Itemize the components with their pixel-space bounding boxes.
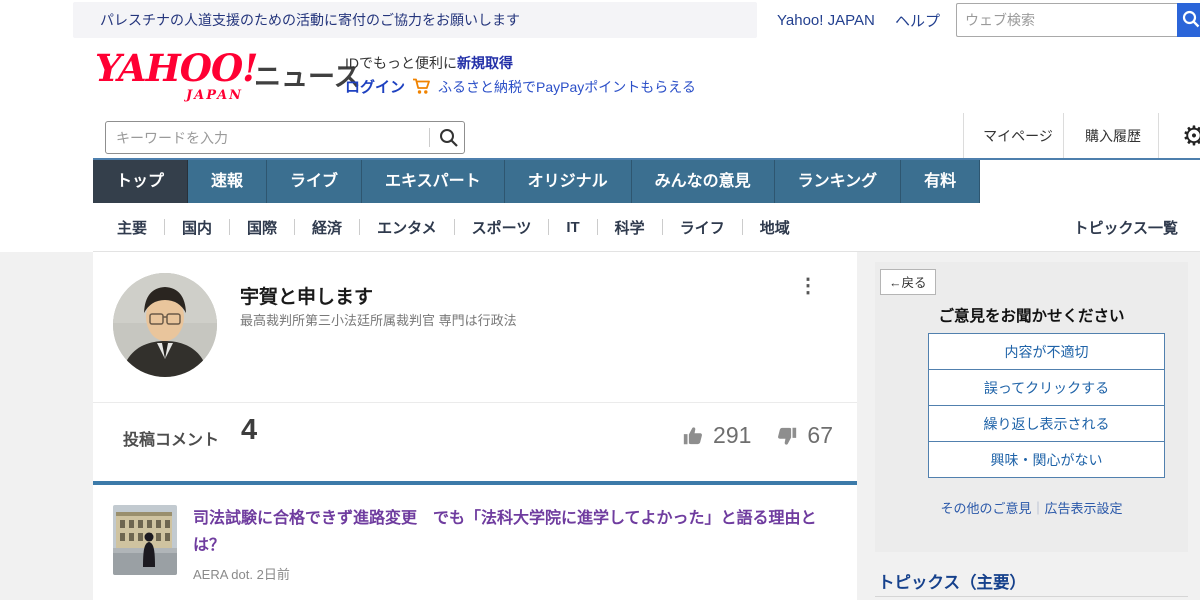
subnav-domestic[interactable]: 国内 (182, 217, 212, 238)
my-page-link[interactable]: マイページ (973, 113, 1063, 159)
yahoo-japan-link[interactable]: Yahoo! JAPAN (777, 0, 875, 40)
search-icon (1181, 9, 1200, 32)
subnav-divider (662, 219, 663, 235)
tab-paid[interactable]: 有料 (901, 160, 980, 203)
subnav-divider (454, 219, 455, 235)
subnav-divider (359, 219, 360, 235)
web-search-input[interactable] (956, 3, 1177, 37)
subnav-sports[interactable]: スポーツ (472, 217, 532, 238)
id-promo: IDでもっと便利に新規取得 (345, 53, 513, 73)
article-title-link[interactable]: 司法試験に合格できず進路変更 でも「法科大学院に進学してよかった」と語る理由とは… (193, 505, 818, 559)
feedback-heading: ご意見をお聞かせください (875, 304, 1188, 326)
subnav-divider (229, 219, 230, 235)
article-thumbnail[interactable] (113, 505, 177, 575)
subnav-divider (548, 219, 549, 235)
header-divider (1158, 113, 1159, 159)
subnav-it[interactable]: IT (566, 219, 579, 236)
feedback-option-inappropriate[interactable]: 内容が不適切 (928, 333, 1165, 370)
subnav-science[interactable]: 科学 (615, 217, 645, 238)
feedback-footer-links: その他のご意見｜広告表示設定 (875, 498, 1188, 517)
thumbs-up-icon (682, 425, 704, 447)
category-subnav: 主要 国内 国際 経済 エンタメ スポーツ IT 科学 ライフ 地域 トピックス… (93, 203, 1200, 252)
subnav-life[interactable]: ライフ (680, 217, 725, 238)
subnav-divider (742, 219, 743, 235)
other-feedback-link[interactable]: その他のご意見 (940, 501, 1031, 516)
back-button[interactable]: ←戻る (880, 269, 936, 295)
web-search-button[interactable] (1177, 3, 1200, 37)
avatar (113, 273, 217, 377)
header-divider (963, 113, 964, 159)
subnav-region[interactable]: 地域 (760, 217, 790, 238)
article-source: AERA dot. 2日前 (193, 564, 290, 583)
subnav-divider (597, 219, 598, 235)
tab-opinions[interactable]: みんなの意見 (632, 160, 775, 203)
help-link[interactable]: ヘルプ (895, 0, 940, 40)
tab-expert[interactable]: エキスパート (362, 160, 505, 203)
keyword-search-input[interactable] (105, 121, 465, 154)
section-accent-divider (93, 481, 857, 485)
topics-list-link[interactable]: トピックス一覧 (1073, 217, 1200, 238)
paypay-promo-link[interactable]: ふるさと納税でPayPayポイントもらえる (438, 77, 696, 97)
feedback-option-repeated[interactable]: 繰り返し表示される (928, 405, 1165, 442)
commenter-profile-card: 宇賀と申します 最高裁判所第三小法廷所属裁判官 専門は行政法 ⋮ 投稿コメント … (93, 252, 857, 600)
login-link[interactable]: ログイン (345, 76, 405, 97)
reaction-totals: 291 67 (93, 422, 833, 449)
yahoo-logo[interactable]: YAHOO! (95, 46, 257, 90)
kebab-menu-icon[interactable]: ⋮ (793, 270, 823, 300)
feedback-options: 内容が不適切 誤ってクリックする 繰り返し表示される 興味・関心がない (928, 333, 1165, 478)
card-divider (93, 402, 857, 403)
yahoo-logo-japan: JAPAN (186, 88, 243, 103)
main-tabbar: トップ 速報 ライブ エキスパート オリジナル みんなの意見 ランキング 有料 (93, 160, 980, 203)
feedback-option-misclick[interactable]: 誤ってクリックする (928, 369, 1165, 406)
tab-top[interactable]: トップ (93, 160, 188, 203)
likes-count: 291 (713, 422, 751, 449)
donation-banner[interactable]: パレスチナの人道支援のための活動に寄付のご協力をお願いします (73, 2, 757, 38)
thumbs-down-icon (776, 425, 798, 447)
feedback-links-divider: ｜ (1031, 501, 1044, 516)
subnav-divider (164, 219, 165, 235)
subnav-divider (294, 219, 295, 235)
commenter-name: 宇賀と申します (240, 282, 373, 309)
subnav-main[interactable]: 主要 (117, 217, 147, 238)
feedback-option-not-interested[interactable]: 興味・関心がない (928, 441, 1165, 478)
ad-feedback-panel: ←戻る ご意見をお聞かせください 内容が不適切 誤ってクリックする 繰り返し表示… (875, 262, 1188, 552)
header-divider (1063, 113, 1064, 159)
login-row: ログイン ふるさと納税でPayPayポイントもらえる (345, 76, 696, 97)
topics-divider (875, 596, 1188, 597)
register-link[interactable]: 新規取得 (457, 55, 513, 71)
gear-icon[interactable]: ⚙ (1174, 116, 1200, 156)
dislikes-count: 67 (807, 422, 833, 449)
tab-ranking[interactable]: ランキング (775, 160, 902, 203)
id-promo-text: IDでもっと便利に (345, 55, 457, 71)
search-input-divider (429, 128, 430, 147)
tab-flash[interactable]: 速報 (188, 160, 267, 203)
article-source-name: AERA dot. (193, 567, 253, 582)
topics-main-heading[interactable]: トピックス（主要） (878, 569, 1026, 593)
keyword-search-icon[interactable] (438, 127, 459, 148)
tab-original[interactable]: オリジナル (505, 160, 632, 203)
subnav-world[interactable]: 国際 (247, 217, 277, 238)
purchase-history-link[interactable]: 購入履歴 (1068, 113, 1158, 159)
ad-settings-link[interactable]: 広告表示設定 (1045, 501, 1123, 516)
article-age: 2日前 (257, 567, 290, 582)
subnav-entertainment[interactable]: エンタメ (377, 217, 437, 238)
tab-live[interactable]: ライブ (267, 160, 362, 203)
subnav-economy[interactable]: 経済 (312, 217, 342, 238)
commenter-description: 最高裁判所第三小法廷所属裁判官 専門は行政法 (240, 310, 517, 329)
cart-icon (412, 78, 431, 95)
